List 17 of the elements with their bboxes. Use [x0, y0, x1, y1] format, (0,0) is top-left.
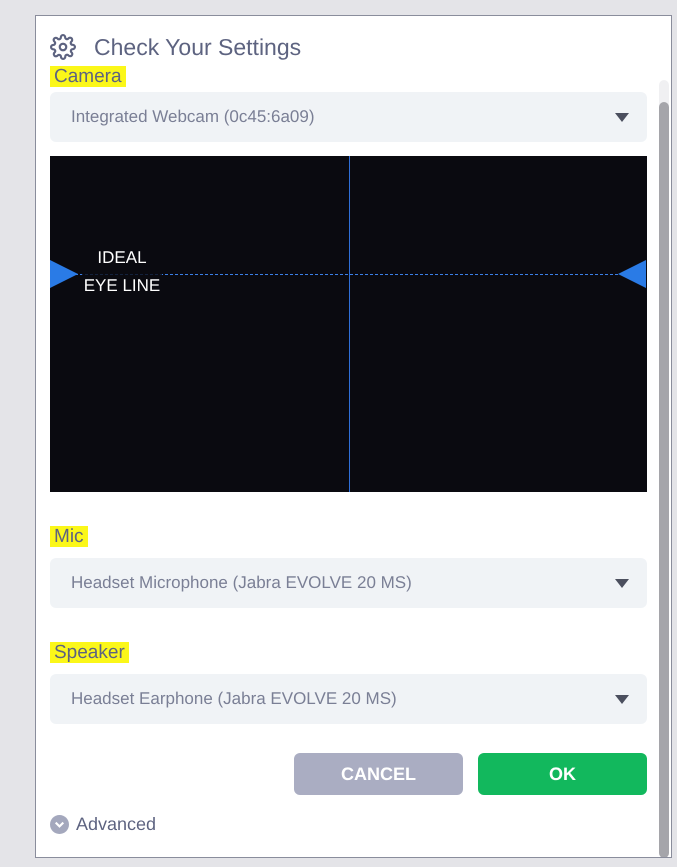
advanced-toggle[interactable]: Advanced — [50, 811, 156, 838]
caret-icon — [615, 694, 629, 704]
caret-icon — [615, 112, 629, 122]
marker-icon — [618, 260, 646, 288]
chevron-icon — [50, 815, 69, 834]
settings-icon — [50, 34, 76, 60]
dialog-title: Check Your Settings — [94, 32, 302, 62]
field-label: Speaker — [50, 642, 129, 663]
dropdown-select[interactable]: Integrated Webcam (0c45:6a09) — [50, 92, 647, 142]
cancel-button[interactable]: CANCEL — [294, 753, 463, 795]
ok-button[interactable]: OK — [478, 753, 647, 795]
field-label: Camera — [50, 66, 126, 87]
dropdown-select[interactable]: Headset Microphone (Jabra EVOLVE 20 MS) — [50, 558, 647, 608]
marker-icon — [50, 260, 78, 288]
dropdown-select[interactable]: Headset Earphone (Jabra EVOLVE 20 MS) — [50, 674, 647, 724]
field-label: Mic — [50, 526, 88, 547]
caret-icon — [615, 578, 629, 588]
